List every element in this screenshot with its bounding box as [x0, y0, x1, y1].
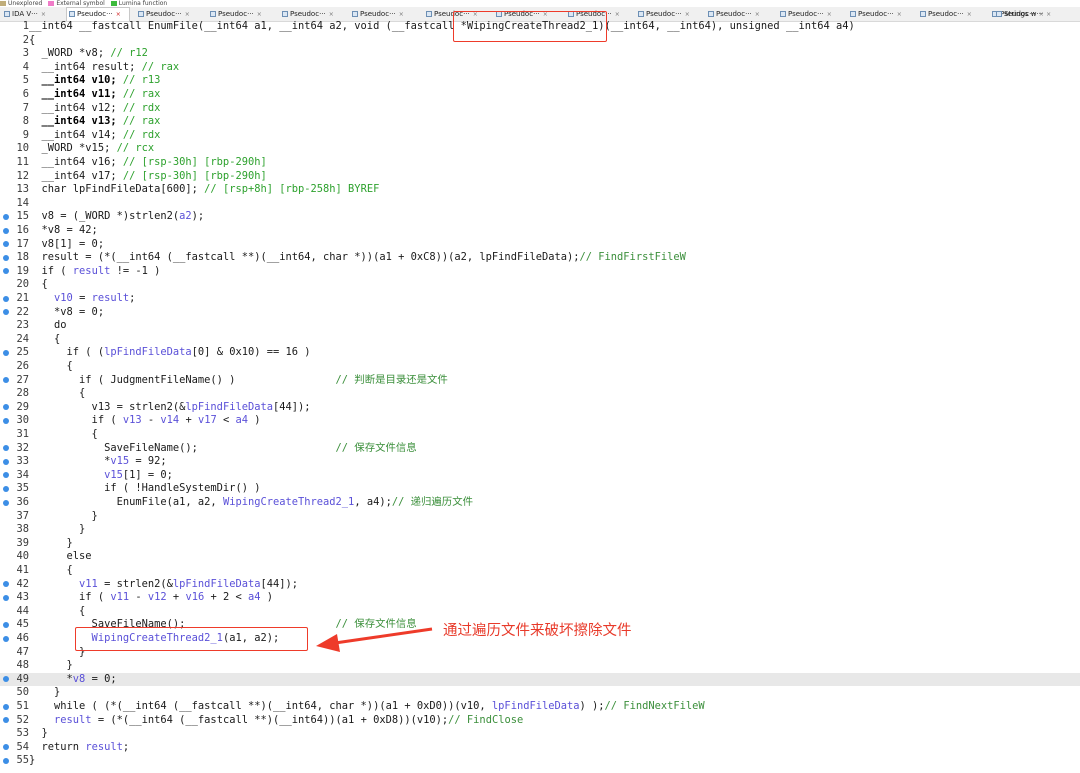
annotation-arrow — [316, 627, 433, 652]
annotation-text: 通过遍历文件来破坏擦除文件 — [443, 623, 632, 639]
